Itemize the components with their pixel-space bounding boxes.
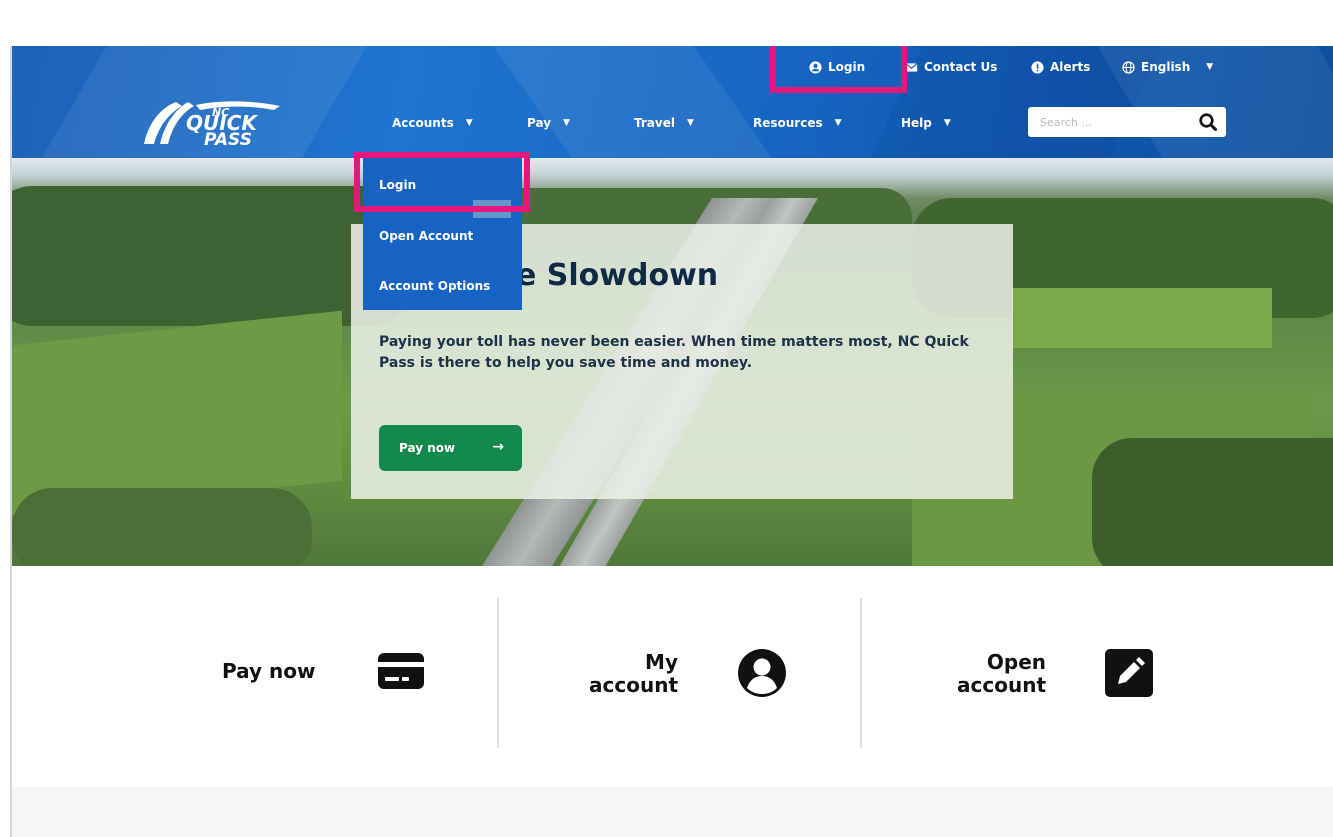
browser-viewport: Login Contact Us Alerts English ▼ NC QUI… bbox=[10, 46, 1333, 837]
credit-card-icon bbox=[378, 653, 424, 689]
chevron-down-icon: ▼ bbox=[943, 118, 951, 128]
quick-link-open-account[interactable]: Open account bbox=[948, 651, 1046, 697]
chevron-down-icon: ▼ bbox=[563, 118, 570, 128]
globe-icon bbox=[1122, 60, 1135, 74]
search-input[interactable] bbox=[1028, 115, 1178, 129]
footer-band bbox=[12, 787, 1333, 837]
search-icon[interactable] bbox=[1198, 112, 1218, 132]
nav-travel[interactable]: Travel ▼ bbox=[634, 106, 694, 140]
language-selector[interactable]: English ▼ bbox=[1122, 54, 1213, 80]
quick-link-my-account-line1: My bbox=[645, 650, 678, 674]
highlight-dropdown-login bbox=[354, 152, 530, 212]
quick-link-open-account-line2: account bbox=[957, 673, 1046, 697]
nav-pay[interactable]: Pay ▼ bbox=[527, 106, 570, 140]
quick-link-my-account-line2: account bbox=[589, 673, 678, 697]
utility-alerts-label: Alerts bbox=[1050, 60, 1091, 74]
highlight-utility-login bbox=[770, 46, 907, 93]
user-circle-icon bbox=[738, 649, 786, 697]
quick-links-divider bbox=[497, 598, 499, 748]
quick-link-pay-now-label: Pay now bbox=[222, 659, 316, 683]
utility-contact-link[interactable]: Contact Us bbox=[905, 54, 997, 80]
nav-accounts[interactable]: Accounts ▼ bbox=[392, 106, 473, 140]
quick-links-section: Pay now My account Open account bbox=[12, 566, 1333, 787]
chevron-down-icon: ▼ bbox=[686, 118, 694, 128]
pay-now-button-label: Pay now bbox=[399, 441, 456, 455]
nav-help[interactable]: Help ▼ bbox=[901, 106, 951, 140]
dropdown-item-account-options[interactable]: Account Options bbox=[379, 279, 490, 293]
nav-pay-label: Pay bbox=[527, 116, 552, 130]
chevron-down-icon: ▼ bbox=[465, 118, 473, 128]
nav-travel-label: Travel bbox=[634, 116, 675, 130]
quick-link-my-account[interactable]: My account bbox=[586, 651, 678, 697]
pay-now-button[interactable]: Pay now → bbox=[379, 425, 522, 471]
utility-alerts-link[interactable]: Alerts bbox=[1031, 54, 1090, 80]
arrow-right-icon: → bbox=[492, 439, 504, 455]
utility-contact-label: Contact Us bbox=[924, 60, 998, 74]
alert-icon bbox=[1031, 60, 1044, 74]
language-label: English bbox=[1141, 60, 1191, 74]
quick-link-pay-now[interactable]: Pay now bbox=[222, 660, 315, 683]
chevron-down-icon: ▼ bbox=[1206, 62, 1214, 72]
hero-description: Paying your toll has never been easier. … bbox=[379, 334, 969, 371]
search-box bbox=[1028, 107, 1226, 137]
nav-resources-label: Resources bbox=[753, 116, 823, 130]
hero-banner: e Slowdown Paying your toll has never be… bbox=[12, 158, 1333, 566]
chevron-down-icon: ▼ bbox=[834, 118, 842, 128]
quick-link-open-account-line1: Open bbox=[986, 650, 1046, 674]
quick-links-divider bbox=[860, 598, 862, 748]
nav-accounts-label: Accounts bbox=[392, 116, 454, 130]
nav-help-label: Help bbox=[901, 116, 932, 130]
utility-nav: Login Contact Us Alerts English ▼ bbox=[12, 54, 1333, 80]
hero-title: e Slowdown bbox=[516, 258, 719, 293]
nav-resources[interactable]: Resources ▼ bbox=[753, 106, 842, 140]
dropdown-item-open-account[interactable]: Open Account bbox=[379, 229, 473, 243]
edit-icon bbox=[1105, 649, 1153, 697]
site-header: Login Contact Us Alerts English ▼ NC QUI… bbox=[12, 46, 1333, 158]
